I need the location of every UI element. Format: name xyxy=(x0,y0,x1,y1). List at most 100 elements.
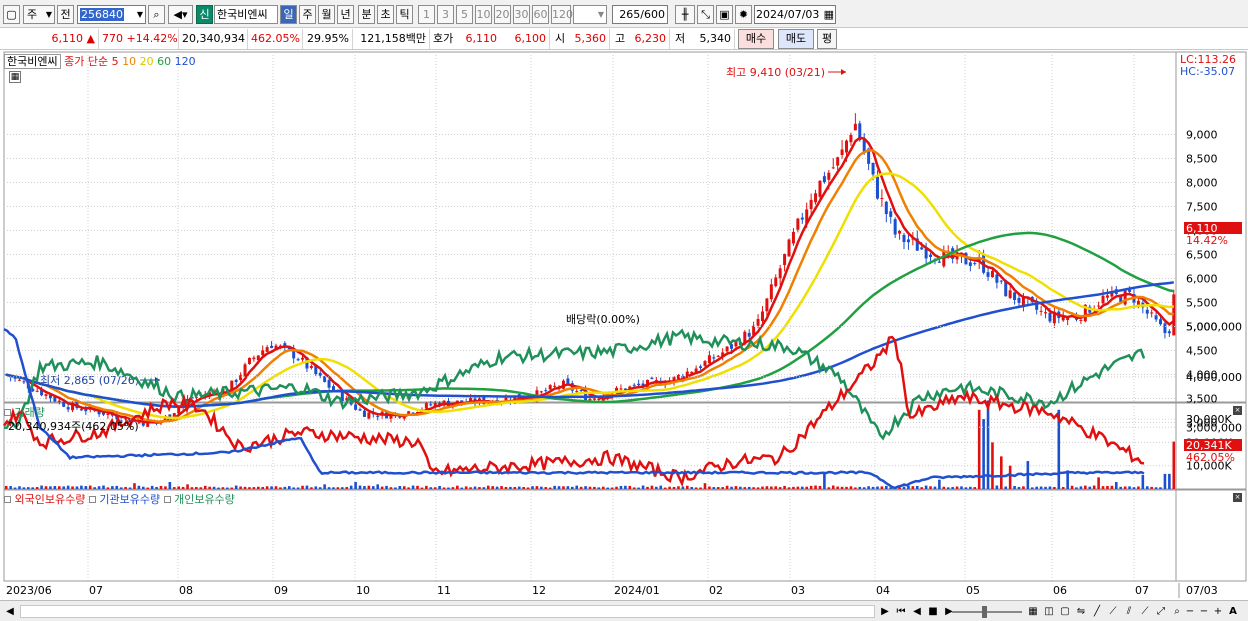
volume-bar xyxy=(548,487,552,489)
gear-icon[interactable]: ✹ xyxy=(735,5,752,24)
volume-bar xyxy=(482,487,486,489)
volume-bar xyxy=(969,486,972,489)
zoom-minus-icon[interactable]: − xyxy=(1198,604,1210,619)
period-minute[interactable]: 분 xyxy=(358,5,375,24)
volume-bar xyxy=(1092,485,1096,489)
scroll-right-icon[interactable]: ▶ xyxy=(878,604,892,619)
calculator-icon[interactable]: ▦ xyxy=(9,71,21,83)
draw-fan-icon[interactable]: ⟋ xyxy=(1138,604,1152,619)
zoom-out-icon[interactable]: − xyxy=(1184,604,1196,619)
layout-icon[interactable]: ▢ xyxy=(3,5,20,24)
volume-bar xyxy=(792,486,795,489)
volume-bar xyxy=(4,485,8,489)
volume-bar xyxy=(509,486,512,489)
period-second[interactable]: 초 xyxy=(377,5,394,24)
volume-bar xyxy=(982,419,985,489)
market-type-select[interactable]: 주 ▼ xyxy=(23,5,55,24)
volume-bar xyxy=(243,486,247,489)
candle-body xyxy=(17,379,21,381)
candle-body xyxy=(849,134,853,143)
minute-1[interactable]: 1 xyxy=(418,5,435,24)
scroll-track[interactable] xyxy=(20,605,875,618)
volume-bar xyxy=(677,486,680,489)
minute-10[interactable]: 10 xyxy=(475,5,492,24)
date-input[interactable]: 2024/07/03 ▦ xyxy=(754,5,836,24)
minute-20[interactable]: 20 xyxy=(494,5,511,24)
save-icon[interactable]: ▣ xyxy=(716,5,733,24)
candle-body xyxy=(597,398,601,400)
period-month[interactable]: 월 xyxy=(318,5,335,24)
checkbox-icon[interactable] xyxy=(163,496,171,503)
minute-60[interactable]: 60 xyxy=(532,5,549,24)
sell-button[interactable]: 매도 xyxy=(778,29,814,49)
zoom-slider[interactable] xyxy=(952,611,1022,613)
volume-bar xyxy=(394,487,397,489)
checkbox-icon[interactable] xyxy=(88,496,96,503)
prev-button[interactable]: 전 xyxy=(57,5,74,24)
zoom-slider-handle[interactable] xyxy=(982,606,987,618)
zoom-in-icon[interactable]: + xyxy=(1212,604,1224,619)
checkbox-icon[interactable] xyxy=(4,496,11,503)
candle-type-icon[interactable]: ╫ xyxy=(675,5,695,24)
minute-120[interactable]: 120 xyxy=(551,5,573,24)
volume-bar xyxy=(230,487,234,489)
checkbox-icon[interactable] xyxy=(4,409,11,416)
volume-current-pct: 462.05% xyxy=(1186,451,1235,464)
volume-bar xyxy=(955,486,959,489)
draw-trend-icon[interactable]: ⟋ xyxy=(1106,604,1120,619)
volume-bar xyxy=(1075,487,1078,489)
scroll-left-icon[interactable]: ◀ xyxy=(3,604,17,619)
period-day[interactable]: 일 xyxy=(280,5,297,24)
candle-body xyxy=(239,375,243,381)
draw-ray-icon[interactable]: ⤢ xyxy=(1154,604,1168,619)
window-icon[interactable]: ▢ xyxy=(1058,604,1072,619)
volume-bar xyxy=(380,486,384,489)
candle-body xyxy=(1008,290,1012,298)
candle-body xyxy=(1039,310,1043,312)
minute-3[interactable]: 3 xyxy=(437,5,454,24)
candle-body xyxy=(261,350,265,356)
auto-scale-icon[interactable]: A xyxy=(1226,604,1240,619)
volume-bar xyxy=(190,487,194,489)
volume-bar xyxy=(164,486,167,489)
stock-code-value: 256840 xyxy=(80,8,124,21)
arrows-icon[interactable]: ⇋ xyxy=(1074,604,1088,619)
candle-body xyxy=(579,390,583,392)
count-input[interactable]: 265/600 xyxy=(612,5,668,24)
search-icon[interactable]: ⌕ xyxy=(148,5,165,24)
high-annotation: 최고 9,410 (03/21) xyxy=(726,66,825,79)
grid-icon[interactable]: ▦ xyxy=(1026,604,1040,619)
evaluate-button[interactable]: 평 xyxy=(817,29,837,49)
volume-bar xyxy=(1097,477,1100,489)
volume-bar xyxy=(473,486,477,489)
minute-30[interactable]: 30 xyxy=(513,5,530,24)
interval-select[interactable]: ▼ xyxy=(573,5,607,24)
draw-line-icon[interactable]: ╱ xyxy=(1090,604,1104,619)
x-tick-label: 10 xyxy=(356,584,370,597)
close-icon[interactable]: × xyxy=(1233,493,1242,502)
draw-channel-icon[interactable]: ⫽ xyxy=(1122,604,1136,619)
quote-change: 770 +14.42% xyxy=(99,29,179,49)
stock-name-field[interactable]: 한국비엔씨 xyxy=(214,5,278,24)
stock-chart[interactable]: 2023/06 07 08 09 10 11 12 2024/01 02 03 04 05 06 07 07… xyxy=(0,50,1248,600)
split-icon[interactable]: ◫ xyxy=(1042,604,1056,619)
buy-button[interactable]: 매수 xyxy=(738,29,774,49)
stock-code-input[interactable]: 256840 ▼ xyxy=(77,5,146,24)
speaker-icon[interactable]: ◀▾ xyxy=(168,5,193,24)
candle-body xyxy=(265,347,269,352)
legend-ma-20: 20 xyxy=(139,55,154,68)
volume-bar xyxy=(84,486,88,489)
volume-bar xyxy=(628,485,632,489)
minute-5[interactable]: 5 xyxy=(456,5,473,24)
line-tool-icon[interactable]: ⤡ xyxy=(697,5,714,24)
first-icon[interactable]: ⏮ xyxy=(894,604,908,619)
volume-bar xyxy=(292,487,295,489)
period-tick[interactable]: 틱 xyxy=(396,5,413,24)
prev-icon[interactable]: ◀ xyxy=(910,604,924,619)
holding-panel-axis xyxy=(1175,489,1247,582)
search-icon[interactable]: ⌕ xyxy=(1170,604,1184,619)
close-icon[interactable]: × xyxy=(1233,406,1242,415)
period-week[interactable]: 주 xyxy=(299,5,316,24)
stop-icon[interactable]: ■ xyxy=(926,604,940,619)
period-year[interactable]: 년 xyxy=(337,5,354,24)
